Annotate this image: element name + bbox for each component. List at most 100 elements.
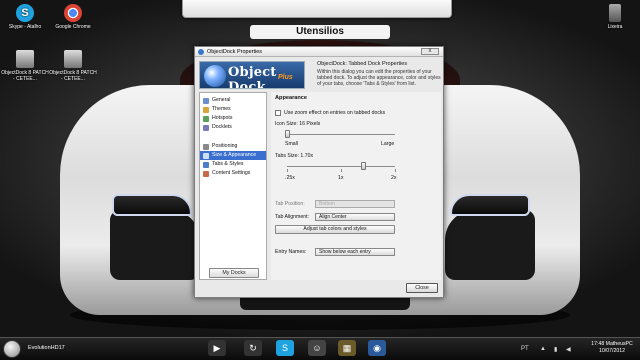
sidebar-item-label: Docklets [212, 124, 232, 130]
program-box-icon [16, 50, 34, 68]
entry-names-select[interactable]: Show below each entry [315, 248, 395, 256]
positioning-icon [203, 144, 209, 150]
start-button[interactable] [3, 340, 21, 358]
zoom-effect-checkbox[interactable] [275, 110, 281, 116]
clock-time: 17:48 [591, 341, 605, 347]
settings-panel: Appearance Use zoom effect on entries on… [271, 92, 441, 280]
section-heading-appearance: Appearance [275, 95, 308, 101]
objectdock-plus-logo: Object Dock Plus [199, 61, 305, 89]
tab-size-tick [287, 169, 288, 172]
tab-position-label: Tab Position: [275, 201, 305, 207]
sidebar-item-label: Tabs & Styles [212, 161, 244, 167]
header-title: ObjectDock: Tabbed Dock Properties [317, 61, 408, 67]
dialog-title: ObjectDock Properties [207, 49, 263, 55]
skype-icon[interactable]: S [276, 340, 294, 356]
dialog-titlebar[interactable]: ObjectDock Properties x [195, 47, 443, 57]
desktop-icon-recycle-bin[interactable]: Lixeira [590, 4, 640, 30]
themes-icon [203, 107, 209, 113]
desktop-icon-label: Skype - Atalho [8, 24, 42, 30]
sidebar-item-themes[interactable]: Themes [200, 105, 266, 114]
content-settings-icon [203, 171, 209, 177]
volume-icon[interactable]: ◀ [566, 346, 571, 353]
tab-size-tick [395, 169, 396, 172]
sidebar-item-label: Positioning [212, 143, 238, 149]
tab-position-select[interactable]: Bottom [315, 200, 395, 208]
logo-plus-text: Plus [278, 74, 293, 81]
sidebar-item-label: General [212, 97, 231, 103]
recycle-bin-icon [609, 4, 621, 22]
refresh-icon[interactable]: ↻ [244, 340, 262, 356]
docklets-icon [203, 125, 209, 131]
tab-alignment-label: Tab Alignment: [275, 214, 310, 220]
desktop-icon-label: ObjectDock 8 PATCH - CETEE... [49, 70, 97, 82]
sidebar-item-label: Themes [212, 106, 231, 112]
system-clock[interactable]: 17:48 MatheusPC 10/07/2012 [586, 341, 638, 355]
logo-orb-icon [204, 65, 226, 87]
sidebar-item-label: Size & Appearance [212, 152, 257, 158]
skype-icon: S [16, 4, 34, 22]
tabs-styles-icon [203, 162, 209, 168]
objectdock-properties-dialog: ObjectDock Properties x Object Dock Plus… [194, 46, 444, 298]
icon-size-max-label: Large [381, 141, 395, 147]
language-indicator[interactable]: PT [521, 346, 529, 352]
network-icon[interactable]: ▮ [554, 346, 557, 353]
header-description: Within this dialog you can edit the prop… [317, 69, 441, 87]
tray-up-arrow-icon[interactable]: ▲ [540, 346, 546, 352]
sidebar-item-label: Hotspots [212, 115, 233, 121]
dialog-close-button[interactable]: x [421, 48, 439, 55]
tab-size-min-label: .25x [285, 175, 295, 181]
sidebar-item-size-appearance[interactable]: Size & Appearance [200, 151, 266, 160]
clock-user: MatheusPC [605, 341, 633, 347]
sidebar-item-docklets[interactable]: Docklets [200, 123, 266, 132]
desktop-icon-label: Lixeira [607, 24, 623, 30]
desktop-icon-objectdock-patch-2[interactable]: ObjectDock 8 PATCH - CETEE... [48, 50, 98, 82]
icon-size-label: Icon Size: 16 Pixels [275, 121, 321, 127]
desktop-icon-objectdock-patch-1[interactable]: ObjectDock 8 PATCH - CETEE... [0, 50, 50, 82]
wallpaper-grille-right [445, 210, 535, 280]
tab-size-tick [341, 169, 342, 172]
clock-date: 10/07/2012 [599, 348, 625, 354]
settings-sidebar: General Themes Hotspots Docklets Positio… [199, 92, 267, 280]
sidebar-item-content-settings[interactable]: Content Settings [200, 169, 266, 178]
objectdock-app-icon [198, 49, 204, 55]
hotspots-icon [203, 116, 209, 122]
wallpaper-headlight-right [450, 194, 530, 216]
entry-names-label: Entry Names: [275, 249, 307, 255]
sidebar-item-label: Content Settings [212, 170, 251, 176]
wallpaper-grille-left [110, 210, 200, 280]
icon-size-slider-thumb[interactable] [285, 130, 290, 138]
tab-size-mid-label: 1x [338, 175, 344, 181]
top-dock[interactable] [182, 0, 452, 18]
close-button[interactable]: Close [406, 283, 438, 293]
adjust-tab-colors-button[interactable]: Adjust tab colors and styles [275, 225, 395, 234]
program-box-icon [64, 50, 82, 68]
desktop-icon-skype[interactable]: S Skype - Atalho [0, 4, 50, 30]
desktop-icon-label: ObjectDock 8 PATCH - CETEE... [1, 70, 49, 82]
size-appearance-icon [203, 153, 209, 159]
sidebar-divider [200, 132, 266, 142]
icon-size-min-label: Small [285, 141, 298, 147]
general-icon [203, 98, 209, 104]
icon-size-track [287, 134, 395, 135]
tab-size-max-label: 2x [391, 175, 397, 181]
sidebar-item-tabs-styles[interactable]: Tabs & Styles [200, 160, 266, 169]
people-icon[interactable]: ☺ [308, 340, 326, 356]
chrome-icon [64, 4, 82, 22]
my-docks-button[interactable]: My Docks [209, 268, 259, 278]
sidebar-item-positioning[interactable]: Positioning [200, 142, 266, 151]
desktop-icon-chrome[interactable]: Google Chrome [48, 4, 98, 30]
tab-alignment-select[interactable]: Align Center [315, 213, 395, 221]
image-viewer-icon[interactable]: ▦ [338, 340, 356, 356]
sidebar-item-hotspots[interactable]: Hotspots [200, 114, 266, 123]
taskbar-active-app[interactable]: EvolutionHD17 [28, 341, 65, 355]
dock-tab-title[interactable]: Utensilios [250, 25, 390, 39]
windows-media-icon[interactable]: ▶ [208, 340, 226, 356]
wallpaper-headlight-left [112, 194, 192, 216]
tab-size-slider-thumb[interactable] [360, 162, 366, 170]
zoom-effect-label: Use zoom effect on entries on tabbed doc… [284, 110, 386, 116]
tab-size-track [287, 166, 395, 167]
sidebar-item-general[interactable]: General [200, 96, 266, 105]
desktop-icon-label: Google Chrome [55, 24, 91, 30]
globe-icon[interactable]: ◉ [368, 340, 386, 356]
tab-size-label: Tabs Size: 1.70x [275, 153, 314, 159]
